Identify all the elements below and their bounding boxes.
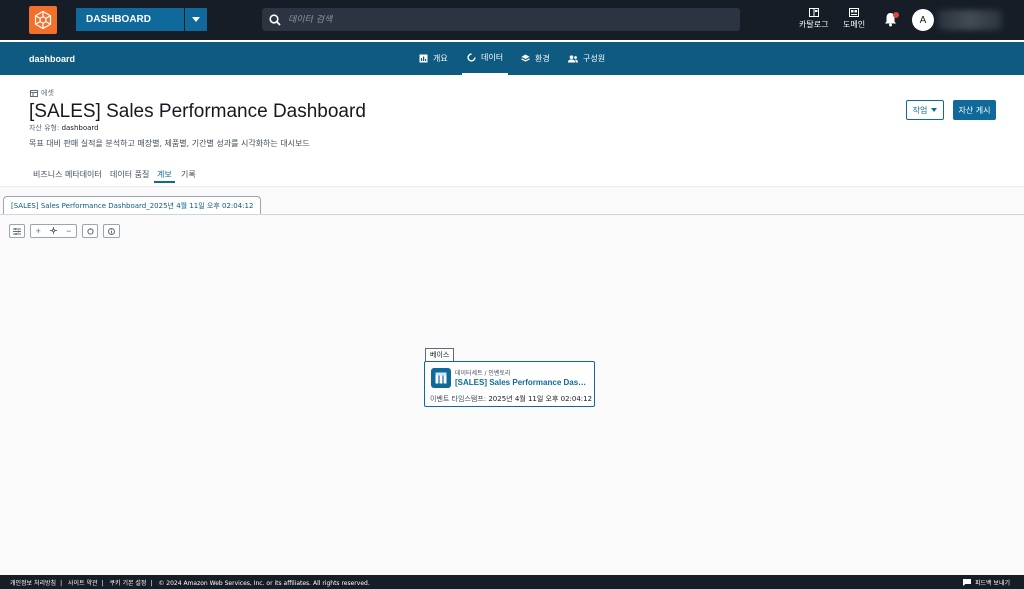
list-settings-icon	[13, 227, 21, 235]
copyright-text: © 2024 Amazon Web Services, Inc. or its …	[158, 579, 370, 587]
lineage-node[interactable]: 데이터세트 / 인벤토리 [SALES] Sales Performance D…	[424, 361, 595, 407]
top-bar: DASHBOARD 카탈로그 도메인 A	[0, 0, 1024, 40]
tab-data-quality[interactable]: 데이터 품질	[110, 169, 149, 180]
node-timestamp-value: 2025년 4월 11일 오후 02:04:12	[488, 395, 593, 403]
asset-tag: 에셋	[30, 88, 54, 98]
tab-overview[interactable]: 개요	[419, 42, 448, 75]
avatar[interactable]: A	[912, 9, 934, 31]
tab-lineage[interactable]: 계보	[157, 169, 172, 180]
dataset-icon	[431, 368, 451, 388]
reset-button[interactable]	[82, 224, 98, 238]
search-icon	[269, 13, 281, 26]
search-input[interactable]	[288, 14, 688, 25]
search-bar[interactable]	[262, 8, 740, 31]
asset-type: 자산 유형: dashboard	[29, 123, 99, 133]
tab-history[interactable]: 기록	[181, 169, 196, 180]
project-nav: dashboard 개요 데이터 환경 구성원	[0, 42, 1024, 75]
asset-tag-label: 에셋	[41, 89, 54, 97]
tab-data[interactable]: 데이터	[462, 42, 509, 75]
project-selector-label: DASHBOARD	[86, 14, 151, 25]
zoom-in-icon[interactable]: +	[36, 226, 41, 236]
user-name-blurred[interactable]	[938, 10, 1002, 30]
layers-icon	[521, 54, 530, 62]
publish-asset-button[interactable]: 자산 게시	[953, 100, 996, 120]
cookie-preferences-link[interactable]: 쿠키 기본 설정	[110, 580, 147, 587]
zoom-controls: + −	[30, 224, 77, 238]
node-type: 데이터세트 / 인벤토리	[455, 370, 511, 377]
tab-label: 개요	[433, 54, 448, 63]
site-terms-link[interactable]: 사이트 약관	[68, 580, 98, 587]
node-timestamp-label: 이벤트 타임스탬프:	[430, 395, 487, 403]
app-logo-icon[interactable]	[29, 6, 57, 34]
data-icon	[467, 53, 476, 62]
feedback-icon	[962, 579, 971, 586]
tab-members[interactable]: 구성원	[568, 42, 605, 75]
refresh-icon	[86, 227, 94, 235]
action-button-label: 작업	[912, 105, 928, 115]
chart-icon	[419, 54, 428, 63]
catalog-icon	[808, 8, 819, 17]
members-icon	[568, 54, 578, 62]
active-tab-indicator	[154, 181, 175, 183]
domain-icon	[849, 8, 860, 17]
tab-business-metadata[interactable]: 비즈니스 메타데이터	[33, 169, 102, 180]
asset-type-label: 자산 유형:	[29, 124, 60, 132]
page-title: [SALES] Sales Performance Dashboard	[29, 101, 366, 122]
feedback-label: 피드백 보내기	[974, 580, 1010, 587]
zoom-out-icon[interactable]: −	[66, 226, 71, 236]
tab-label: 환경	[535, 54, 550, 63]
asset-description: 목표 대비 판매 실적을 분석하고 매장별, 제품별, 기간별 성과를 시각화하…	[29, 139, 310, 148]
tab-label: 데이터	[481, 53, 504, 62]
project-name[interactable]: dashboard	[29, 54, 75, 64]
domain-label: 도메인	[843, 20, 866, 29]
lineage-version-tab[interactable]: [SALES] Sales Performance Dashboard_2025…	[3, 196, 262, 214]
footer: 개인정보 처리방침 | 사이트 약관 | 쿠키 기본 설정 | © 2024 Amaz…	[0, 575, 1024, 589]
catalog-label: 카탈로그	[799, 20, 829, 29]
tab-environment[interactable]: 환경	[521, 42, 550, 75]
node-timestamp: 이벤트 타임스탬프: 2025년 4월 11일 오후 02:04:12	[430, 394, 592, 404]
info-button[interactable]	[103, 224, 120, 238]
feedback-button[interactable]: 피드백 보내기	[962, 578, 1010, 587]
asset-icon	[30, 89, 38, 97]
catalog-nav[interactable]: 카탈로그	[799, 8, 828, 30]
privacy-link[interactable]: 개인정보 처리방침	[10, 580, 56, 587]
action-button[interactable]: 작업	[906, 100, 944, 120]
domain-nav[interactable]: 도메인	[843, 8, 865, 30]
fit-view-icon[interactable]	[50, 226, 57, 236]
asset-type-value: dashboard	[61, 124, 99, 132]
chevron-down-icon	[931, 108, 938, 112]
node-base-label: 베이스	[425, 348, 455, 361]
project-selector[interactable]: DASHBOARD	[76, 8, 207, 31]
info-icon	[108, 227, 115, 235]
node-name-link[interactable]: [SALES] Sales Performance Dashboard	[455, 378, 591, 387]
tab-label: 구성원	[583, 54, 606, 63]
notification-badge	[893, 12, 899, 18]
divider	[0, 214, 1024, 215]
layout-toggle-button[interactable]	[9, 224, 25, 238]
chevron-down-icon[interactable]	[184, 8, 207, 31]
